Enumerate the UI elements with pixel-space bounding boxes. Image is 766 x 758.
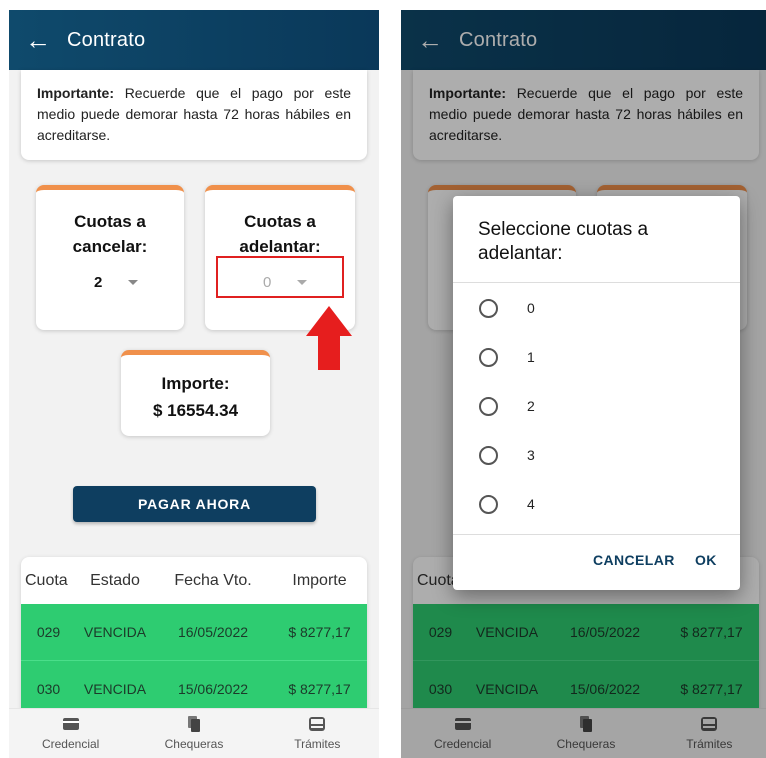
option-label: 2 (527, 398, 535, 414)
bottom-nav: Credencial Chequeras Trámites (9, 708, 379, 758)
radio-unchecked-icon (479, 396, 498, 416)
screen-contract: ← Contrato Importante: Recuerde que el p… (9, 10, 379, 758)
notice-card: Importante: Recuerde que el pago por est… (21, 70, 367, 160)
cell-importe: $ 8277,17 (288, 681, 351, 697)
dialog-option-2[interactable]: 2 (479, 391, 535, 421)
header-cuota: Cuota (25, 571, 68, 589)
cuotas-cancelar-value: 2 (94, 274, 103, 291)
dropdown-arrow-icon (128, 280, 139, 285)
dialog-option-0[interactable]: 0 (479, 293, 535, 323)
option-label: 0 (527, 300, 535, 316)
radio-unchecked-icon (479, 347, 498, 367)
nav-label: Credencial (41, 737, 100, 751)
header-estado: Estado (90, 571, 140, 589)
nav-credencial[interactable]: Credencial (9, 709, 132, 758)
cell-estado: VENCIDA (83, 681, 147, 697)
credit-card-icon (62, 718, 79, 730)
importe-value: $ 16554.34 (152, 401, 239, 420)
dialog-ok-button[interactable]: OK (695, 552, 717, 568)
option-label: 1 (527, 349, 535, 365)
nav-chequeras[interactable]: Chequeras (132, 709, 255, 758)
select-installments-dialog: Seleccione cuotas a adelantar: 0 1 2 3 4… (453, 196, 740, 590)
highlight-box (216, 256, 344, 298)
cell-cuota: 030 (36, 681, 61, 697)
pay-now-button[interactable]: PAGAR AHORA (73, 486, 316, 522)
nav-label: Chequeras (164, 737, 224, 751)
documents-icon (187, 716, 200, 732)
dialog-option-3[interactable]: 3 (479, 440, 535, 470)
dialog-divider-top (453, 282, 740, 283)
cuotas-cancelar-label-1: Cuotas a (74, 212, 146, 231)
inbox-icon (309, 717, 326, 731)
pointer-arrow-icon (306, 306, 352, 370)
table-row[interactable]: 029 VENCIDA 16/05/2022 $ 8277,17 (21, 604, 367, 661)
cuotas-cancelar-label-2: cancelar: (72, 237, 148, 256)
cuotas-cancelar-card: Cuotas a cancelar: 2 (36, 185, 184, 330)
table-header: Cuota Estado Fecha Vto. Importe (21, 557, 367, 604)
option-label: 3 (527, 447, 535, 463)
dialog-title: Seleccione cuotas a adelantar: (478, 219, 649, 264)
header-fecha: Fecha Vto. (174, 571, 252, 589)
importe-label: Importe: (161, 374, 230, 393)
dialog-option-1[interactable]: 1 (479, 342, 535, 372)
page-title: Contrato (67, 28, 146, 51)
radio-unchecked-icon (479, 298, 498, 318)
dialog-option-4[interactable]: 4 (479, 489, 535, 519)
nav-tramites[interactable]: Trámites (256, 709, 379, 758)
cuotas-cancelar-select[interactable]: 2 (94, 274, 139, 291)
cell-importe: $ 8277,17 (288, 624, 351, 640)
radio-unchecked-icon (479, 494, 498, 514)
notice-bold: Importante: (37, 85, 114, 101)
dialog-cancel-button[interactable]: CANCELAR (593, 552, 675, 568)
header-importe: Importe (292, 571, 347, 589)
nav-label: Trámites (294, 737, 341, 751)
arrow-left-icon[interactable]: ← (9, 27, 67, 53)
cell-fecha: 16/05/2022 (177, 624, 249, 640)
radio-unchecked-icon (479, 445, 498, 465)
dialog-divider-bottom (453, 534, 740, 535)
cuotas-adelantar-label-1: Cuotas a (244, 212, 316, 231)
cell-cuota: 029 (36, 624, 61, 640)
cell-fecha: 15/06/2022 (177, 681, 249, 697)
option-label: 4 (527, 496, 535, 512)
importe-card: Importe: $ 16554.34 (121, 350, 270, 436)
screen-contract-dialog: ← Contrato Importante: Recuerde que el p… (401, 10, 766, 758)
cell-estado: VENCIDA (83, 624, 147, 640)
app-bar: ← Contrato (9, 10, 379, 70)
